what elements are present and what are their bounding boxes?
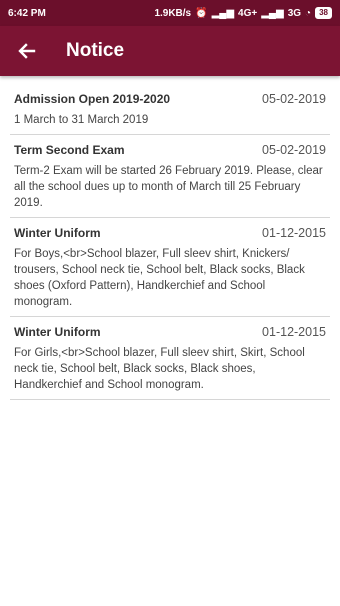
notice-item[interactable]: Winter Uniform 01-12-2015 For Girls,<br>… bbox=[10, 317, 330, 400]
notice-title: Term Second Exam bbox=[14, 143, 125, 157]
arrow-left-icon bbox=[18, 43, 36, 59]
notice-title: Admission Open 2019-2020 bbox=[14, 92, 171, 106]
notice-date: 05-02-2019 bbox=[262, 143, 326, 157]
back-button[interactable] bbox=[14, 38, 40, 64]
notice-list: Admission Open 2019-2020 05-02-2019 1 Ma… bbox=[10, 84, 330, 400]
status-indicators: 1.9KB/s ⏰ ▂▄▆ 4G+ ▂▄▆ 3G ◔ 38 bbox=[154, 7, 332, 19]
notice-date: 01-12-2015 bbox=[262, 226, 326, 240]
notice-body: For Boys,<br>School blazer, Full sleev s… bbox=[14, 248, 305, 308]
page-title: Notice bbox=[66, 40, 125, 61]
notice-item[interactable]: Admission Open 2019-2020 05-02-2019 1 Ma… bbox=[10, 84, 330, 135]
signal-icon-2: ▂▄▆ bbox=[261, 7, 284, 19]
notice-body: Term-2 Exam will be started 26 February … bbox=[14, 165, 323, 209]
notice-title: Winter Uniform bbox=[14, 325, 101, 339]
notice-date: 01-12-2015 bbox=[262, 325, 326, 339]
notice-item[interactable]: Winter Uniform 01-12-2015 For Boys,<br>S… bbox=[10, 218, 330, 317]
alarm-icon: ⏰ bbox=[195, 7, 208, 19]
network-speed: 1.9KB/s bbox=[154, 7, 192, 19]
signal-icon: ▂▄▆ bbox=[211, 7, 235, 19]
notice-body: 1 March to 31 March 2019 bbox=[14, 114, 149, 126]
network-type-2: 3G bbox=[287, 7, 302, 19]
app-bar: Notice bbox=[0, 26, 340, 76]
notice-date: 05-02-2019 bbox=[262, 92, 326, 106]
wifi-icon: ◔ bbox=[305, 7, 312, 19]
battery-icon: 38 bbox=[315, 7, 332, 19]
notice-item[interactable]: Term Second Exam 05-02-2019 Term-2 Exam … bbox=[10, 135, 330, 218]
network-type-1: 4G+ bbox=[238, 7, 258, 19]
status-bar: 6:42 PM 1.9KB/s ⏰ ▂▄▆ 4G+ ▂▄▆ 3G ◔ 38 bbox=[0, 0, 340, 26]
notice-title: Winter Uniform bbox=[14, 226, 101, 240]
notice-body: For Girls,<br>School blazer, Full sleev … bbox=[14, 347, 305, 391]
status-time: 6:42 PM bbox=[8, 7, 46, 19]
